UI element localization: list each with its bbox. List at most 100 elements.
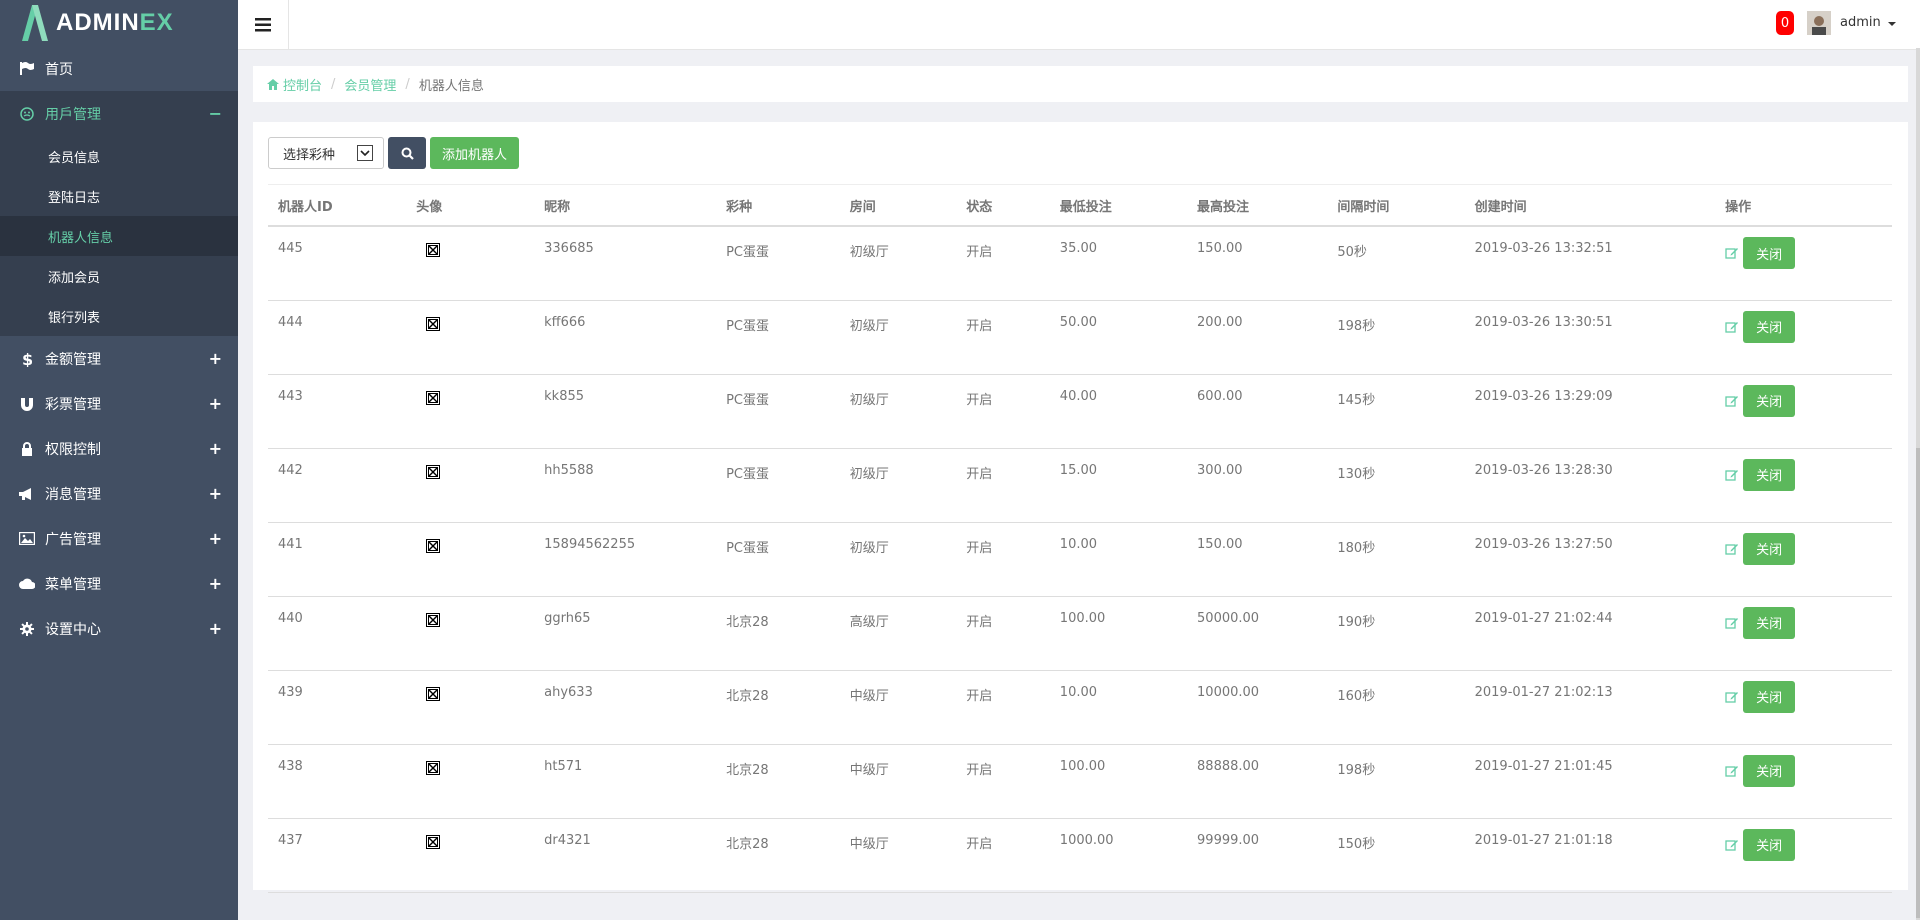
table-row: 441 15894562255 PC蛋蛋 初级厅 开启 10.00 150.00 180秒 20… [268,522,1892,597]
user-name[interactable]: admin [1840,15,1881,30]
close-robot-button[interactable]: 关闭 [1743,532,1796,565]
caret-down-icon[interactable] [1888,22,1896,26]
cell-min: 35.00 [1049,226,1188,301]
flag-icon [18,61,36,77]
column-header[interactable]: 最高投注 [1187,184,1328,227]
bullhorn-icon [18,486,36,502]
edit-icon[interactable] [1725,690,1739,704]
cell-nickname: kff666 [534,300,717,375]
column-header[interactable]: 机器人ID [268,184,407,227]
sidebar-item-0[interactable]: 首页 [0,46,238,91]
cell-min: 40.00 [1049,374,1188,449]
sidebar-item-4[interactable]: 权限控制 + [0,426,238,471]
expand-icon[interactable]: + [209,484,222,503]
sidebar-subitem-2[interactable]: 机器人信息 [0,216,238,256]
expand-icon[interactable]: + [209,529,222,548]
breadcrumb-home[interactable]: 控制台 [283,75,322,94]
lottery-select[interactable]: 选择彩种 [268,137,384,169]
column-header[interactable]: 彩种 [716,184,840,227]
add-robot-button[interactable]: 添加机器人 [430,137,520,169]
expand-icon[interactable]: + [209,574,222,593]
cloud-icon [18,576,36,592]
edit-icon[interactable] [1725,542,1739,556]
lottery-select-value: 选择彩种 [283,147,336,163]
cell-nickname: ggrh65 [534,596,717,671]
broken-image-icon [426,612,441,631]
edit-icon[interactable] [1725,320,1739,334]
cell-created: 2019-01-27 21:01:18 [1464,818,1716,893]
sidebar-item-8[interactable]: 设置中心 + [0,606,238,651]
cell-room: 初级厅 [839,374,957,449]
sidebar-subitem-0[interactable]: 会员信息 [0,136,238,176]
close-robot-button[interactable]: 关闭 [1743,680,1796,713]
edit-icon[interactable] [1725,246,1739,260]
sidebar-item-3[interactable]: 彩票管理 + [0,381,238,426]
column-header[interactable]: 创建时间 [1464,184,1716,227]
close-robot-button[interactable]: 关闭 [1743,237,1796,269]
notification-badge[interactable]: 0 [1776,11,1794,35]
cell-id: 445 [268,226,407,301]
sidebar-item-7[interactable]: 菜单管理 + [0,561,238,606]
sidebar-item-label: 彩票管理 [45,396,101,413]
close-robot-button[interactable]: 关闭 [1743,828,1796,861]
column-header[interactable]: 头像 [406,184,535,227]
cell-created: 2019-03-26 13:27:50 [1464,522,1716,597]
expand-icon[interactable]: + [209,349,222,368]
user-avatar[interactable] [1807,11,1831,35]
sidebar-item-5[interactable]: 消息管理 + [0,471,238,516]
expand-icon[interactable]: + [209,394,222,413]
edit-icon[interactable] [1725,468,1739,482]
edit-icon[interactable] [1725,838,1739,852]
close-robot-button[interactable]: 关闭 [1743,384,1796,417]
breadcrumb-parent[interactable]: 会员管理 [344,75,396,94]
sidebar-item-2[interactable]: $ 金额管理 + [0,336,238,381]
close-robot-button[interactable]: 关闭 [1743,458,1796,491]
sidebar-item-1[interactable]: 用戶管理 − [0,91,238,136]
column-header[interactable]: 操作 [1715,184,1892,227]
close-robot-button[interactable]: 关闭 [1743,310,1796,343]
broken-image-icon [426,464,441,483]
column-header[interactable]: 昵称 [534,184,717,227]
menu-toggle-button[interactable] [238,0,289,49]
expand-icon[interactable]: + [209,619,222,638]
column-header[interactable]: 房间 [839,184,957,227]
collapse-icon[interactable]: − [209,104,222,123]
cell-lottery: PC蛋蛋 [716,448,840,523]
scrollbar-thumb[interactable] [1916,448,1920,918]
sidebar-subitem-4[interactable]: 银行列表 [0,296,238,336]
logo[interactable]: ADMINEX [0,0,238,46]
column-header[interactable]: 间隔时间 [1327,184,1465,227]
scrollbar[interactable] [1916,48,1920,920]
sidebar-item-label: 广告管理 [45,531,101,548]
expand-icon[interactable]: + [209,439,222,458]
cell-max: 10000.00 [1187,670,1328,745]
cell-lottery: 北京28 [716,818,840,893]
breadcrumb-current: 机器人信息 [418,78,484,94]
cell-lottery: PC蛋蛋 [716,226,840,301]
sidebar-item-label: 设置中心 [45,621,101,638]
close-robot-button[interactable]: 关闭 [1743,606,1796,639]
column-header[interactable]: 最低投注 [1049,184,1188,227]
action-cell: 关闭 [1715,744,1892,819]
sidebar-subitem-3[interactable]: 添加会员 [0,256,238,296]
robot-avatar-cell [406,300,535,375]
cell-status: 开启 [956,522,1050,597]
broken-image-icon [426,538,441,557]
sidebar-subitem-1[interactable]: 登陆日志 [0,176,238,216]
edit-icon[interactable] [1725,394,1739,408]
broken-image-icon [426,243,441,261]
robot-avatar-cell [406,670,535,745]
column-header[interactable]: 状态 [956,184,1050,227]
cell-lottery: 北京28 [716,744,840,819]
cell-min: 100.00 [1049,744,1188,819]
edit-icon[interactable] [1725,616,1739,630]
close-robot-button[interactable]: 关闭 [1743,754,1796,787]
sidebar-item-6[interactable]: 广告管理 + [0,516,238,561]
search-button[interactable] [388,137,426,169]
edit-icon[interactable] [1725,764,1739,778]
table-row: 438 ht571 北京28 中级厅 开启 100.00 88888.00 198秒 2019-… [268,744,1892,819]
cell-id: 441 [268,522,407,597]
chevron-down-icon[interactable] [357,145,373,161]
cell-interval: 198秒 [1327,744,1465,819]
robot-avatar-cell [406,522,535,597]
